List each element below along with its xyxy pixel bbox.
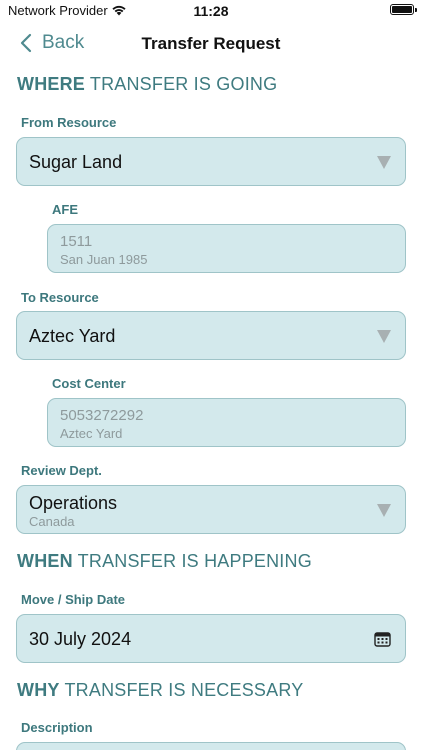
review-dept-subvalue: Canada bbox=[29, 514, 75, 529]
section-header-why: WHY TRANSFER IS NECESSARY bbox=[17, 680, 303, 701]
section-why-rest: TRANSFER IS NECESSARY bbox=[59, 680, 304, 700]
cost-center-field: 5053272292 Aztec Yard bbox=[47, 398, 406, 447]
section-where-rest: TRANSFER IS GOING bbox=[85, 74, 278, 94]
section-header-where: WHERE TRANSFER IS GOING bbox=[17, 74, 277, 95]
review-dept-dropdown[interactable]: Operations Canada bbox=[16, 485, 406, 534]
afe-value: 1511 bbox=[60, 233, 93, 250]
from-resource-value: Sugar Land bbox=[29, 152, 123, 172]
move-date-value: 30 July 2024 bbox=[29, 629, 132, 649]
move-date-picker[interactable]: 30 July 2024 bbox=[16, 614, 406, 663]
status-time: 11:28 bbox=[193, 3, 229, 19]
to-resource-dropdown[interactable]: Aztec Yard bbox=[16, 311, 406, 360]
section-when-rest: TRANSFER IS HAPPENING bbox=[72, 551, 312, 571]
dropdown-arrow-icon bbox=[377, 504, 391, 517]
status-bar: Network Provider 11:28 bbox=[0, 0, 422, 24]
section-header-when: WHEN TRANSFER IS HAPPENING bbox=[17, 551, 312, 572]
afe-field: 1511 San Juan 1985 bbox=[47, 224, 406, 273]
page-title: Transfer Request bbox=[141, 34, 281, 53]
description-field[interactable] bbox=[16, 742, 406, 750]
review-dept-label: Review Dept. bbox=[21, 463, 102, 478]
from-resource-label: From Resource bbox=[21, 115, 117, 130]
navigation-bar: Back Transfer Request bbox=[0, 26, 422, 62]
cost-center-subvalue: Aztec Yard bbox=[60, 426, 123, 441]
afe-label: AFE bbox=[52, 202, 78, 217]
description-label: Description bbox=[21, 720, 93, 735]
cost-center-label: Cost Center bbox=[52, 376, 126, 391]
afe-subvalue: San Juan 1985 bbox=[60, 252, 148, 267]
to-resource-label: To Resource bbox=[21, 290, 99, 305]
to-resource-value: Aztec Yard bbox=[29, 326, 116, 346]
move-date-label: Move / Ship Date bbox=[21, 592, 126, 607]
dropdown-arrow-icon bbox=[377, 330, 391, 343]
section-where-bold: WHERE bbox=[17, 74, 85, 94]
cost-center-value: 5053272292 bbox=[60, 407, 144, 424]
calendar-icon[interactable] bbox=[374, 631, 391, 652]
review-dept-value: Operations bbox=[29, 493, 118, 513]
section-why-bold: WHY bbox=[17, 680, 60, 700]
section-when-bold: WHEN bbox=[17, 551, 73, 571]
dropdown-arrow-icon bbox=[377, 156, 391, 169]
from-resource-dropdown[interactable]: Sugar Land bbox=[16, 137, 406, 186]
battery-icon bbox=[390, 4, 417, 15]
